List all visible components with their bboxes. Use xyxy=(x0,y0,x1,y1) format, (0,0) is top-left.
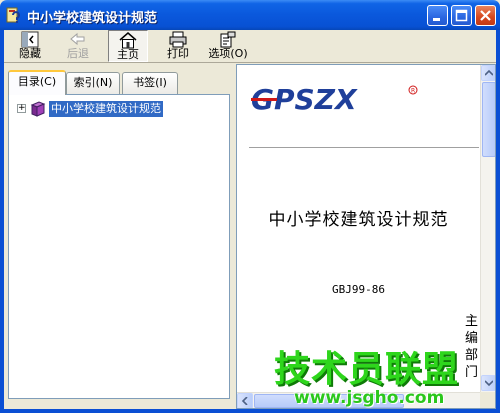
options-button[interactable]: 选项(O) xyxy=(204,30,252,62)
editor-char: 主 xyxy=(465,314,479,329)
editor-char: 编 xyxy=(465,331,479,346)
scroll-down-button[interactable] xyxy=(481,375,495,391)
tree-item-label[interactable]: 中小学校建筑设计规范 xyxy=(49,101,163,117)
scroll-up-button[interactable] xyxy=(481,65,495,81)
nav-tabs: 目录(C) 索引(N) 书签(I) xyxy=(8,70,228,95)
home-label: 主页 xyxy=(117,48,139,61)
toolbar: 隐藏 后退 主页 打印 选项(O) xyxy=(4,30,496,63)
vertical-scrollbar[interactable] xyxy=(480,65,495,392)
gpszx-logo: GPSZX R xyxy=(251,83,418,116)
minimize-icon xyxy=(433,18,440,21)
help-book-icon xyxy=(6,7,20,23)
print-button[interactable]: 打印 xyxy=(158,30,198,62)
tab-bookmarks[interactable]: 书签(I) xyxy=(122,72,178,94)
maximize-icon xyxy=(455,9,468,22)
contents-tree[interactable]: + 中小学校建筑设计规范 xyxy=(8,94,230,399)
options-label: 选项(O) xyxy=(208,47,248,60)
horizontal-scroll-thumb[interactable] xyxy=(254,394,404,408)
back-label: 后退 xyxy=(67,47,89,60)
hide-label: 隐藏 xyxy=(19,47,41,60)
document-code: GBJ99-86 xyxy=(332,283,385,296)
printer-icon xyxy=(169,31,187,48)
expand-icon[interactable]: + xyxy=(17,104,26,113)
minimize-button[interactable] xyxy=(427,5,448,26)
navigation-pane: 目录(C) 索引(N) 书签(I) + 中小学校建筑设计规范 xyxy=(4,64,232,409)
tab-contents[interactable]: 目录(C) xyxy=(8,70,66,95)
back-arrow-icon xyxy=(70,32,85,46)
horizontal-scrollbar[interactable] xyxy=(237,392,480,408)
window-title: 中小学校建筑设计规范 xyxy=(27,11,158,26)
home-button[interactable]: 主页 xyxy=(108,30,148,62)
arrow-up-icon xyxy=(485,69,493,76)
maximize-button[interactable] xyxy=(451,5,472,26)
document-title: 中小学校建筑设计规范 xyxy=(268,210,449,230)
title-divider xyxy=(249,147,479,148)
hide-pane-icon xyxy=(21,31,39,48)
editor-char: 部 xyxy=(465,348,479,363)
scrollbar-corner xyxy=(480,392,495,408)
close-button[interactable] xyxy=(475,5,496,26)
window-frame-right xyxy=(496,30,500,413)
arrow-left-icon xyxy=(241,397,248,405)
arrow-down-icon xyxy=(485,380,493,387)
vertical-scroll-thumb[interactable] xyxy=(482,82,495,157)
tab-index[interactable]: 索引(N) xyxy=(66,72,120,94)
editor-char: 门 xyxy=(465,365,479,380)
close-icon xyxy=(480,10,491,21)
content-pane: GPSZX R 中小学校建筑设计规范 GBJ99-86 主 编 部 门 xyxy=(236,64,496,409)
book-icon xyxy=(30,101,46,117)
svg-text:R: R xyxy=(411,88,415,95)
window-frame-bottom xyxy=(0,409,500,413)
home-icon xyxy=(119,32,137,49)
hide-button[interactable]: 隐藏 xyxy=(10,30,50,62)
title-bar[interactable]: 中小学校建筑设计规范 xyxy=(0,0,500,30)
back-button[interactable]: 后退 xyxy=(58,30,98,62)
options-icon xyxy=(220,31,236,48)
scroll-left-button[interactable] xyxy=(237,393,253,408)
document-editor-text: 主 编 部 门 xyxy=(465,313,479,381)
print-label: 打印 xyxy=(167,47,189,60)
